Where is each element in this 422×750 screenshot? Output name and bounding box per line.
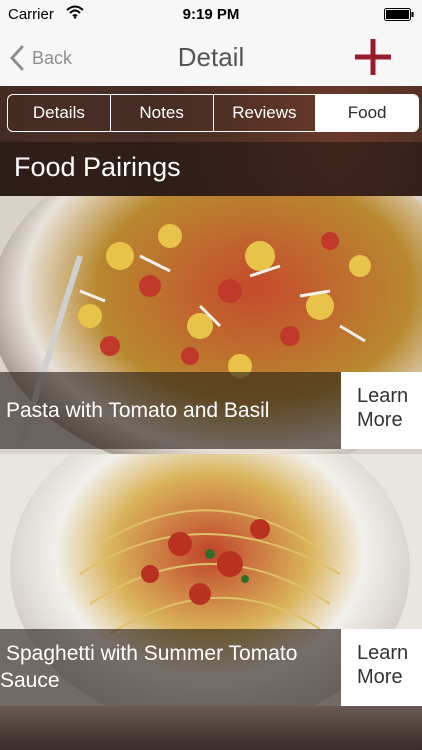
food-name: Spaghetti with Summer Tomato Sauce [0, 642, 298, 692]
tab-reviews[interactable]: Reviews [214, 95, 317, 131]
tab-details[interactable]: Details [8, 95, 111, 131]
segmented-tabs: Details Notes Reviews Food [7, 94, 419, 132]
caption-bar: Pasta with Tomato and Basil [0, 372, 341, 449]
learn-more-button[interactable]: Learn More [341, 629, 422, 706]
add-icon[interactable] [354, 38, 392, 76]
learn-more-label: Learn More [357, 385, 409, 431]
section-title: Food Pairings [14, 152, 181, 182]
food-name: Pasta with Tomato and Basil [6, 399, 270, 422]
food-pairing-card: Pasta with Tomato and Basil Learn More [0, 196, 422, 454]
navigation-bar: Back Detail [0, 30, 422, 87]
tab-food[interactable]: Food [316, 95, 418, 131]
next-card-peek [0, 706, 422, 750]
tab-notes[interactable]: Notes [111, 95, 214, 131]
status-time: 9:19 PM [182, 6, 240, 23]
learn-more-button[interactable]: Learn More [341, 372, 422, 449]
caption-bar: Spaghetti with Summer Tomato Sauce [0, 629, 341, 706]
learn-more-label: Learn More [357, 642, 409, 688]
battery-icon [384, 8, 414, 21]
section-header: Food Pairings [0, 142, 422, 196]
food-pairing-card: Spaghetti with Summer Tomato Sauce Learn… [0, 454, 422, 706]
status-bar: Carrier 9:19 PM [0, 0, 422, 30]
